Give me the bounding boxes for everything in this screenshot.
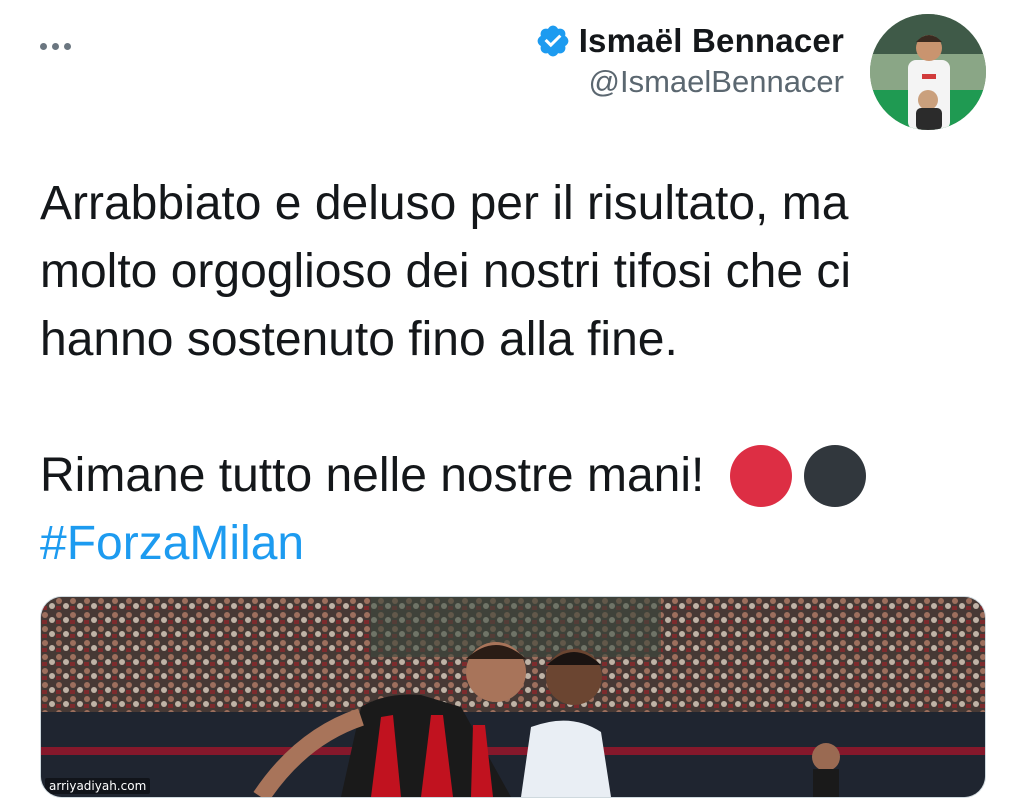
tweet-line: Arrabbiato e deluso per il risultato, ma xyxy=(40,177,849,230)
author-display-name[interactable]: Ismaël Bennacer xyxy=(579,22,844,60)
tweet-photo-image xyxy=(41,597,985,797)
tweet-photo[interactable]: arriyadiyah.com xyxy=(40,596,986,798)
tweet-line: hanno sostenuto fino alla fine. xyxy=(40,313,678,366)
more-options-button[interactable] xyxy=(40,34,84,58)
avatar-image xyxy=(870,14,986,130)
more-dot-icon xyxy=(52,42,59,50)
red-circle-emoji-icon xyxy=(730,445,793,507)
tweet-line-with-emoji: Rimane tutto nelle nostre mani! xyxy=(40,442,1000,510)
tweet-author-header[interactable]: Ismaël Bennacer @IsmaelBennacer xyxy=(535,22,844,100)
tweet-text: Arrabbiato e deluso per il risultato, ma… xyxy=(40,170,1000,578)
hashtag-link[interactable]: #ForzaMilan xyxy=(40,510,304,578)
watermark-text: arriyadiyah.com xyxy=(45,778,151,794)
verified-badge-icon xyxy=(537,25,569,57)
more-dot-icon xyxy=(40,42,47,50)
tweet-line: molto orgoglioso dei nostri tifosi che c… xyxy=(40,245,852,298)
black-circle-emoji-icon xyxy=(804,445,867,507)
hashtag-line: #ForzaMilan xyxy=(40,510,1000,578)
author-avatar[interactable] xyxy=(870,14,986,130)
tweet-line: Rimane tutto nelle nostre mani! xyxy=(40,449,705,502)
author-name-row: Ismaël Bennacer xyxy=(535,22,844,60)
more-dot-icon xyxy=(64,42,71,50)
author-handle[interactable]: @IsmaelBennacer xyxy=(589,64,844,100)
